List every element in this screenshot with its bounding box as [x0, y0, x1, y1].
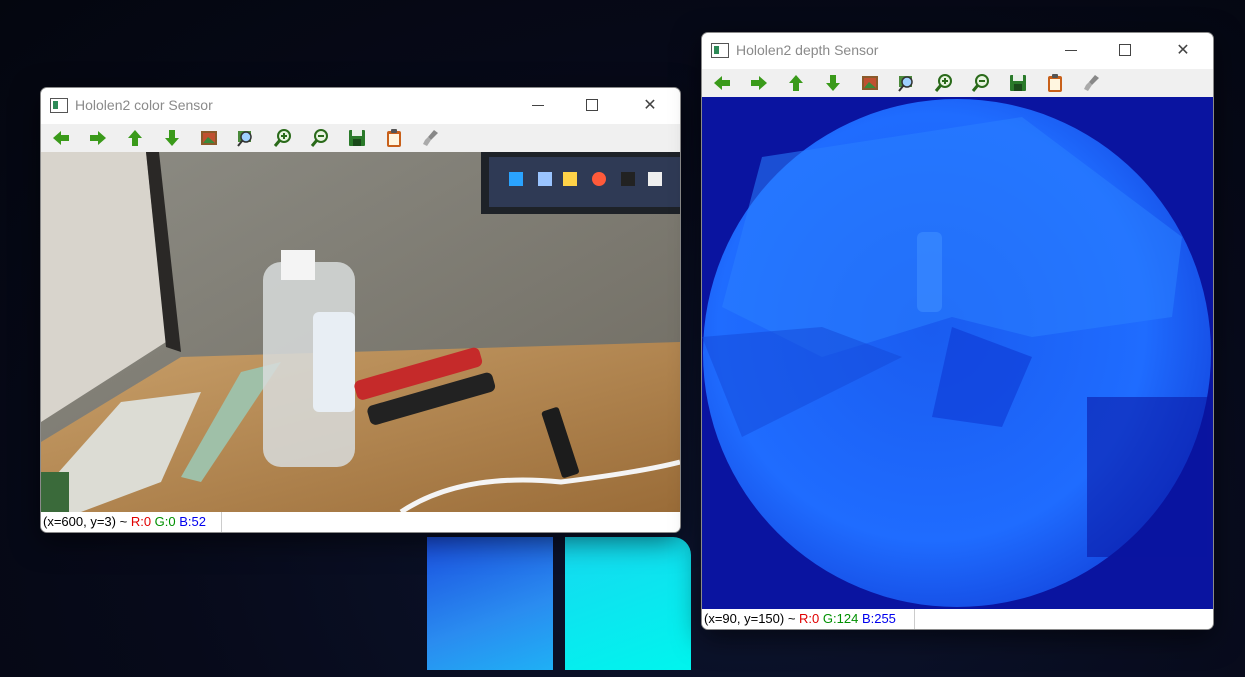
- close-button[interactable]: ✕: [636, 94, 664, 116]
- arrow-left-icon[interactable]: [711, 72, 733, 94]
- arrow-right-icon[interactable]: [87, 127, 109, 149]
- zoom-fit-icon[interactable]: [896, 72, 918, 94]
- close-button[interactable]: ✕: [1169, 39, 1197, 61]
- zoom-in-icon[interactable]: [933, 72, 955, 94]
- pixel-coordinates: (x=600, y=3) ~: [43, 514, 131, 529]
- title-bar[interactable]: Hololen2 depth Sensor ✕: [702, 33, 1213, 69]
- arrow-down-icon[interactable]: [822, 72, 844, 94]
- arrow-down-icon[interactable]: [161, 127, 183, 149]
- zoom-out-icon[interactable]: [970, 72, 992, 94]
- clear-icon[interactable]: [420, 127, 442, 149]
- status-separator: [914, 609, 915, 629]
- window-title: Hololen2 color Sensor: [75, 97, 213, 113]
- zoom-in-icon[interactable]: [272, 127, 294, 149]
- windows-logo-icon: [427, 537, 692, 677]
- app-icon: [50, 98, 68, 113]
- clear-icon[interactable]: [1081, 72, 1103, 94]
- color-image[interactable]: [41, 152, 680, 512]
- depth-image[interactable]: [702, 97, 1213, 609]
- status-separator: [221, 512, 222, 532]
- image-icon[interactable]: [198, 127, 220, 149]
- windows-logo-pane: [565, 537, 691, 670]
- save-icon[interactable]: [346, 127, 368, 149]
- copy-icon[interactable]: [383, 127, 405, 149]
- pixel-green: G:124: [822, 611, 859, 626]
- title-bar[interactable]: Hololen2 color Sensor ✕: [41, 88, 680, 124]
- minimize-button[interactable]: [524, 94, 552, 116]
- pixel-red: R:0: [799, 611, 820, 626]
- windows-logo-pane: [427, 537, 553, 670]
- depth-sensor-window[interactable]: Hololen2 depth Sensor ✕ (x=90, y=150) ~ …: [701, 32, 1214, 630]
- maximize-button[interactable]: [1111, 39, 1139, 61]
- toolbar: [702, 69, 1213, 97]
- color-sensor-window[interactable]: Hololen2 color Sensor ✕ (x=600, y=3) ~ R…: [40, 87, 681, 533]
- minimize-button[interactable]: [1057, 39, 1085, 61]
- copy-icon[interactable]: [1044, 72, 1066, 94]
- maximize-button[interactable]: [578, 94, 606, 116]
- zoom-out-icon[interactable]: [309, 127, 331, 149]
- depth-camera-frame: [702, 99, 1211, 607]
- status-bar: (x=90, y=150) ~ R:0 G:124 B:255: [702, 609, 1213, 629]
- image-icon[interactable]: [859, 72, 881, 94]
- window-title: Hololen2 depth Sensor: [736, 42, 879, 58]
- arrow-left-icon[interactable]: [50, 127, 72, 149]
- pixel-coordinates: (x=90, y=150) ~: [704, 611, 800, 626]
- toolbar: [41, 124, 680, 152]
- pixel-blue: B:52: [179, 514, 207, 529]
- pixel-red: R:0: [130, 514, 152, 529]
- pixel-green: G:0: [154, 514, 176, 529]
- arrow-up-icon[interactable]: [124, 127, 146, 149]
- arrow-up-icon[interactable]: [785, 72, 807, 94]
- color-camera-frame: [41, 152, 680, 512]
- save-icon[interactable]: [1007, 72, 1029, 94]
- zoom-fit-icon[interactable]: [235, 127, 257, 149]
- status-bar: (x=600, y=3) ~ R:0 G:0 B:52: [41, 512, 680, 532]
- app-icon: [711, 43, 729, 58]
- arrow-right-icon[interactable]: [748, 72, 770, 94]
- pixel-blue: B:255: [861, 611, 896, 626]
